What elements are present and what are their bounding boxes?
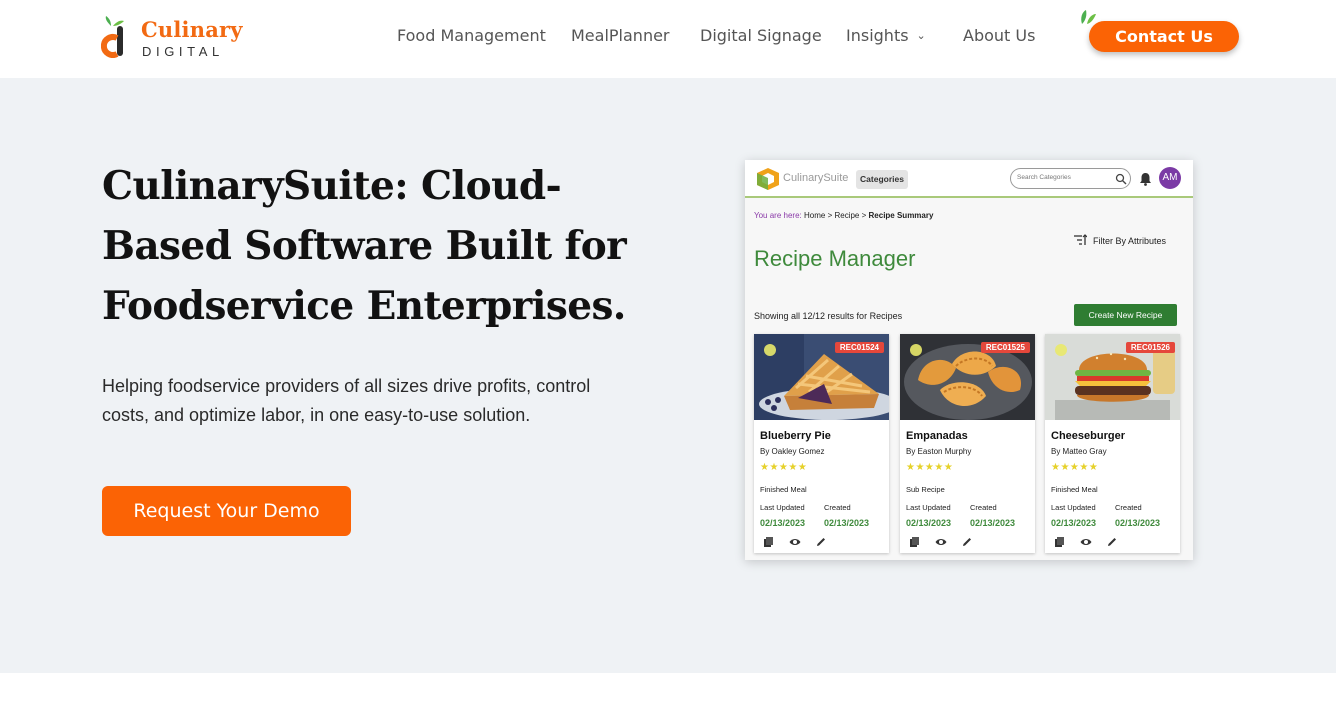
copy-icon[interactable] — [763, 536, 775, 548]
recipe-id-badge: REC01524 — [834, 342, 884, 353]
create-new-recipe-button[interactable]: Create New Recipe — [1074, 304, 1177, 326]
page-title: Recipe Manager — [754, 246, 916, 271]
breadcrumb-home[interactable]: Home — [804, 211, 825, 220]
recipe-image: REC01525 — [900, 334, 1035, 420]
breadcrumb: You are here: Home > Recipe > Recipe Sum… — [754, 211, 933, 220]
nav-food-management[interactable]: Food Management — [397, 26, 546, 46]
breadcrumb-recipe[interactable]: Recipe — [834, 211, 859, 220]
categories-button[interactable]: Categories — [856, 170, 908, 189]
favorite-dot[interactable] — [910, 344, 922, 356]
nav-mealplanner[interactable]: MealPlanner — [571, 26, 670, 46]
edit-icon[interactable] — [961, 536, 973, 548]
last-updated-date: 02/13/2023 — [760, 518, 806, 528]
nav-digital-signage[interactable]: Digital Signage — [700, 26, 822, 46]
rating-stars: ★★★★★ — [760, 462, 808, 473]
recipe-name: Cheeseburger — [1051, 430, 1125, 442]
brand-subtitle: DIGITAL — [142, 44, 224, 59]
brand-name: Culinary — [141, 17, 243, 42]
recipe-type: Sub Recipe — [906, 485, 945, 494]
nav-insights-label: Insights — [846, 26, 909, 45]
last-updated-label: Last Updated — [906, 503, 951, 512]
site-header: Culinary DIGITAL Food Management MealPla… — [0, 0, 1336, 78]
created-date: 02/13/2023 — [1115, 518, 1161, 528]
search-placeholder: Search Categories — [1017, 174, 1071, 181]
edit-icon[interactable] — [815, 536, 827, 548]
view-icon[interactable] — [935, 536, 947, 548]
bell-icon[interactable] — [1139, 172, 1152, 186]
search-icon — [1115, 173, 1127, 185]
nav-insights[interactable]: Insights ⌄ — [846, 26, 926, 46]
app-logo-text: CulinarySuite — [783, 172, 849, 184]
brand-logo[interactable]: Culinary DIGITAL — [101, 14, 251, 62]
breadcrumb-separator: > — [861, 211, 867, 220]
view-icon[interactable] — [789, 536, 801, 548]
created-label: Created — [970, 503, 997, 512]
last-updated-date: 02/13/2023 — [1051, 518, 1097, 528]
contact-us-button[interactable]: Contact Us — [1089, 21, 1239, 52]
last-updated-label: Last Updated — [760, 503, 805, 512]
recipe-id-badge: REC01526 — [1125, 342, 1175, 353]
recipe-author: By Matteo Gray — [1051, 447, 1107, 456]
breadcrumb-current: Recipe Summary — [868, 211, 934, 220]
recipe-card[interactable]: REC01524 Blueberry Pie By Oakley Gomez ★… — [754, 334, 889, 553]
recipe-name: Empanadas — [906, 430, 968, 442]
rating-stars: ★★★★★ — [906, 462, 954, 473]
app-topbar: CulinarySuite Categories Search Categori… — [745, 160, 1193, 198]
culinary-logo-icon — [101, 16, 124, 58]
app-search-input[interactable]: Search Categories — [1010, 168, 1131, 189]
hero-section: CulinarySuite: Cloud-Based Software Buil… — [0, 78, 1336, 673]
recipe-author: By Oakley Gomez — [760, 447, 825, 456]
avatar[interactable]: AM — [1159, 167, 1181, 189]
filter-label: Filter By Attributes — [1093, 236, 1167, 246]
rating-stars: ★★★★★ — [1051, 462, 1099, 473]
recipe-author: By Easton Murphy — [906, 447, 972, 456]
results-count: Showing all 12/12 results for Recipes — [754, 311, 903, 321]
app-preview: CulinarySuite Categories Search Categori… — [745, 160, 1193, 560]
created-date: 02/13/2023 — [824, 518, 870, 528]
hero-title: CulinarySuite: Cloud-Based Software Buil… — [102, 163, 627, 329]
created-label: Created — [1115, 503, 1142, 512]
filter-by-attributes-button[interactable]: Filter By Attributes — [1073, 234, 1166, 246]
recipe-image: REC01524 — [754, 334, 889, 420]
contact-area: Contact Us — [1078, 8, 1248, 58]
copy-icon[interactable] — [1054, 536, 1066, 548]
recipe-image: REC01526 — [1045, 334, 1180, 420]
breadcrumb-prefix: You are here: — [754, 211, 802, 220]
created-date: 02/13/2023 — [970, 518, 1016, 528]
recipe-name: Blueberry Pie — [760, 430, 831, 442]
edit-icon[interactable] — [1106, 536, 1118, 548]
created-label: Created — [824, 503, 851, 512]
recipe-card[interactable]: REC01525 Empanadas By Easton Murphy ★★★★… — [900, 334, 1035, 553]
hero-description: Helping foodservice providers of all siz… — [102, 376, 591, 425]
favorite-dot[interactable] — [1055, 344, 1067, 356]
view-icon[interactable] — [1080, 536, 1092, 548]
filter-icon — [1074, 234, 1087, 245]
last-updated-date: 02/13/2023 — [906, 518, 952, 528]
chevron-down-icon: ⌄ — [916, 29, 926, 42]
recipe-type: Finished Meal — [760, 485, 807, 494]
favorite-dot[interactable] — [764, 344, 776, 356]
culinarysuite-logo-icon — [757, 168, 779, 190]
recipe-type: Finished Meal — [1051, 485, 1098, 494]
request-demo-button[interactable]: Request Your Demo — [102, 486, 351, 536]
last-updated-label: Last Updated — [1051, 503, 1096, 512]
copy-icon[interactable] — [909, 536, 921, 548]
nav-about-us[interactable]: About Us — [963, 26, 1035, 46]
recipe-card[interactable]: REC01526 Cheeseburger By Matteo Gray ★★★… — [1045, 334, 1180, 553]
breadcrumb-separator: > — [827, 211, 833, 220]
recipe-id-badge: REC01525 — [980, 342, 1030, 353]
